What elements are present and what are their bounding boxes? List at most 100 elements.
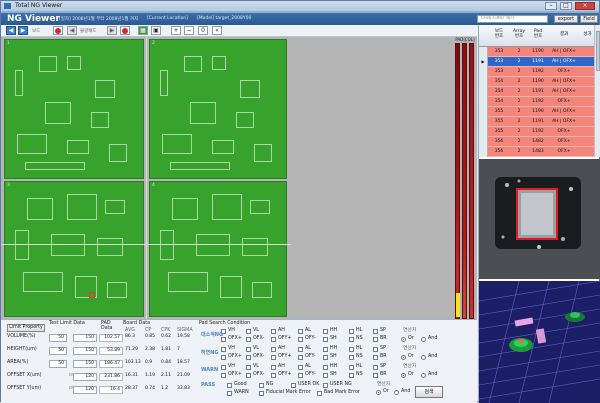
condition-checkbox[interactable] bbox=[323, 347, 328, 352]
row-header[interactable] bbox=[479, 127, 488, 137]
minimize-button[interactable]: – bbox=[545, 2, 557, 10]
condition-checkbox[interactable] bbox=[323, 373, 328, 378]
condition-checkbox[interactable] bbox=[349, 347, 354, 352]
condition-checkbox[interactable] bbox=[323, 355, 328, 360]
logic-and-radio[interactable] bbox=[421, 355, 426, 360]
board-panel[interactable]: 2 bbox=[149, 39, 287, 179]
row-header[interactable] bbox=[479, 137, 488, 147]
ng-grid[interactable]: 보드 번호 Array 번호 Pad 번호 결과 성가 353 2 1190 AH |… bbox=[479, 25, 594, 157]
condition-checkbox[interactable] bbox=[373, 365, 378, 370]
upper-limit-field[interactable]: 120 bbox=[73, 373, 97, 381]
board-panel[interactable]: 3 bbox=[4, 181, 144, 317]
zoom-level[interactable]: 0 bbox=[198, 26, 208, 35]
board-panel[interactable]: 1 bbox=[4, 39, 144, 179]
table-row[interactable]: 356 2 1483 OFX+ bbox=[479, 147, 594, 157]
condition-checkbox[interactable] bbox=[246, 365, 251, 370]
condition-checkbox[interactable] bbox=[221, 337, 226, 342]
condition-checkbox[interactable] bbox=[373, 347, 378, 352]
col-result[interactable]: 결과 bbox=[547, 32, 581, 37]
row-header[interactable] bbox=[479, 77, 488, 87]
field-button[interactable]: Field bbox=[580, 15, 598, 23]
condition-checkbox[interactable] bbox=[271, 347, 276, 352]
search-button[interactable]: 검색 bbox=[415, 386, 443, 398]
stop-board-icon[interactable] bbox=[53, 26, 63, 35]
condition-checkbox[interactable] bbox=[246, 355, 251, 360]
col-board[interactable]: 보드 번호 bbox=[489, 29, 509, 39]
3d-view[interactable] bbox=[479, 281, 600, 403]
condition-checkbox[interactable] bbox=[349, 337, 354, 342]
condition-checkbox[interactable] bbox=[298, 365, 303, 370]
table-row[interactable]: 356 2 1482 OFX+ bbox=[479, 137, 594, 147]
zoom-in-icon[interactable]: + bbox=[171, 26, 181, 35]
upper-limit-field[interactable]: 120 bbox=[73, 386, 97, 394]
pass-checkbox[interactable] bbox=[259, 391, 264, 396]
col-pad[interactable]: Pad 번호 bbox=[529, 29, 547, 39]
condition-checkbox[interactable] bbox=[323, 365, 328, 370]
col-extra[interactable]: 성가 bbox=[581, 32, 594, 37]
upper-limit-field[interactable]: 150 bbox=[73, 334, 97, 342]
condition-checkbox[interactable] bbox=[221, 329, 226, 334]
table-row[interactable]: 354 2 1192 OFX+ bbox=[479, 97, 594, 107]
condition-checkbox[interactable] bbox=[298, 373, 303, 378]
table-row[interactable]: 354 2 1190 AH | OFX+ bbox=[479, 77, 594, 87]
condition-checkbox[interactable] bbox=[221, 347, 226, 352]
filter-input[interactable]: Click Filter 제거 bbox=[477, 15, 548, 23]
condition-checkbox[interactable] bbox=[298, 347, 303, 352]
logic-or-radio[interactable] bbox=[401, 355, 406, 360]
limit-property-button[interactable]: Limit Property bbox=[7, 324, 45, 332]
logic-or-radio[interactable] bbox=[401, 373, 406, 378]
condition-checkbox[interactable] bbox=[373, 329, 378, 334]
condition-checkbox[interactable] bbox=[271, 337, 276, 342]
logic-and-radio[interactable] bbox=[421, 373, 426, 378]
logic-and-radio[interactable] bbox=[421, 337, 426, 342]
row-header[interactable] bbox=[479, 117, 488, 127]
lower-limit-field[interactable]: 50 bbox=[49, 347, 67, 355]
lower-limit-field[interactable]: 50 bbox=[49, 360, 67, 368]
condition-checkbox[interactable] bbox=[323, 329, 328, 334]
row-header[interactable] bbox=[479, 47, 488, 57]
condition-checkbox[interactable] bbox=[221, 365, 226, 370]
row-header[interactable] bbox=[479, 97, 488, 107]
table-row[interactable]: 354 2 1191 AH | OFX+ bbox=[479, 87, 594, 97]
pass-checkbox[interactable] bbox=[291, 383, 296, 388]
condition-checkbox[interactable] bbox=[246, 347, 251, 352]
prev-ng-icon[interactable]: ◀ bbox=[67, 26, 77, 35]
maximize-button[interactable]: □ bbox=[560, 2, 572, 10]
row-header[interactable] bbox=[479, 67, 488, 77]
export-button[interactable]: export bbox=[554, 15, 578, 23]
scroll-thumb[interactable] bbox=[596, 31, 600, 71]
row-header[interactable] bbox=[479, 87, 488, 97]
pass-checkbox[interactable] bbox=[259, 383, 264, 388]
row-header[interactable] bbox=[479, 147, 488, 157]
zoom-out-icon[interactable]: − bbox=[184, 26, 194, 35]
board-viewer[interactable]: 1 2 3 4 bbox=[1, 37, 477, 319]
table-row[interactable]: 355 2 1192 OFX+ bbox=[479, 127, 594, 137]
condition-checkbox[interactable] bbox=[298, 337, 303, 342]
condition-checkbox[interactable] bbox=[298, 355, 303, 360]
table-row[interactable]: 355 2 1191 AH | OFX+ bbox=[479, 117, 594, 127]
condition-checkbox[interactable] bbox=[271, 365, 276, 370]
pass-checkbox[interactable] bbox=[317, 391, 322, 396]
board-panel[interactable]: 4 bbox=[149, 181, 287, 317]
logic-or-radio[interactable] bbox=[401, 337, 406, 342]
table-row[interactable]: 355 2 1190 AH | OFX+ bbox=[479, 107, 594, 117]
col-array[interactable]: Array 번호 bbox=[509, 29, 529, 39]
condition-checkbox[interactable] bbox=[373, 373, 378, 378]
upper-limit-field[interactable]: 150 bbox=[73, 347, 97, 355]
logic-and-radio[interactable] bbox=[394, 390, 399, 395]
lower-limit-field[interactable]: 50 bbox=[49, 334, 67, 342]
condition-checkbox[interactable] bbox=[221, 355, 226, 360]
condition-checkbox[interactable] bbox=[349, 373, 354, 378]
condition-checkbox[interactable] bbox=[349, 329, 354, 334]
pass-checkbox[interactable] bbox=[227, 391, 232, 396]
condition-checkbox[interactable] bbox=[349, 355, 354, 360]
row-current-indicator[interactable]: ▶ bbox=[479, 57, 488, 67]
condition-checkbox[interactable] bbox=[246, 373, 251, 378]
condition-checkbox[interactable] bbox=[373, 337, 378, 342]
table-row[interactable]: ▶ 353 2 1191 AH | OFX+ bbox=[479, 57, 594, 67]
table-row[interactable]: 353 2 1190 AH | OFX+ bbox=[479, 47, 594, 57]
next-ng-icon[interactable]: ▶ bbox=[107, 26, 117, 35]
condition-checkbox[interactable] bbox=[323, 337, 328, 342]
condition-checkbox[interactable] bbox=[271, 373, 276, 378]
pass-checkbox[interactable] bbox=[227, 383, 232, 388]
